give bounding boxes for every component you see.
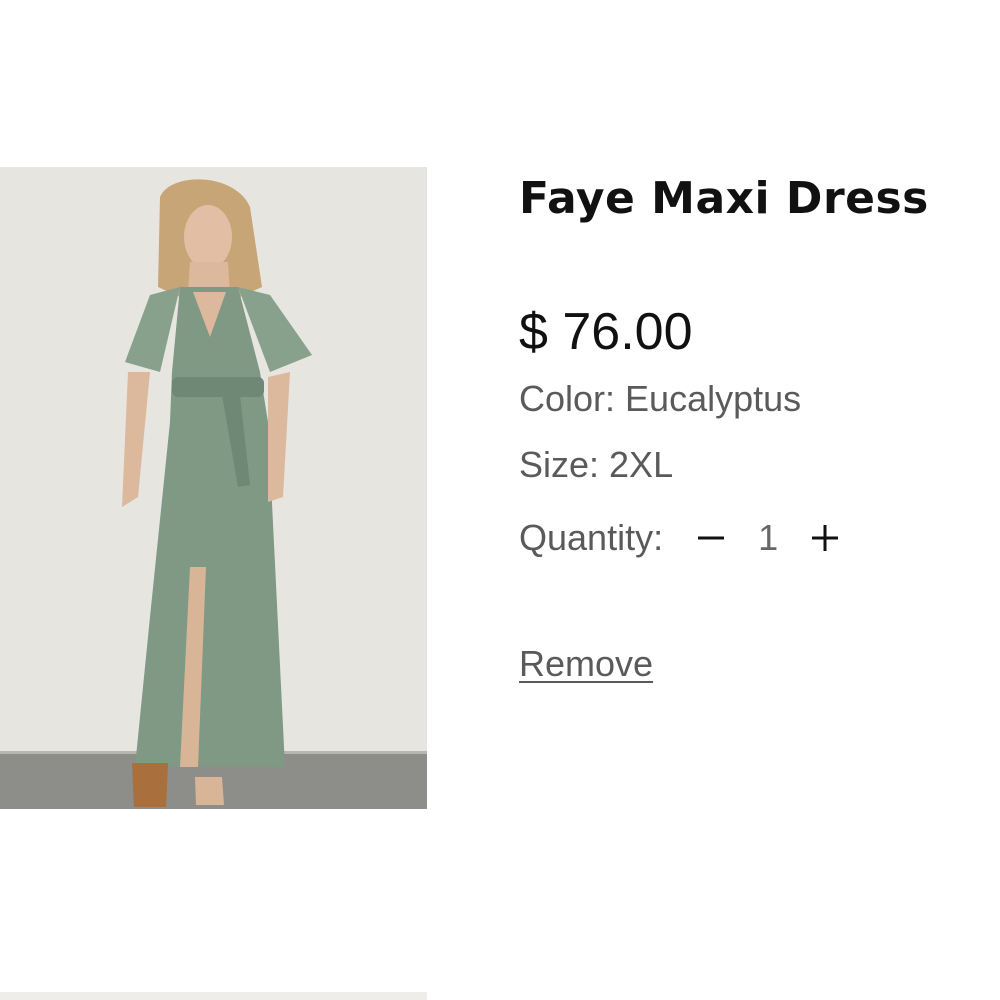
product-size: Size: 2XL [519, 444, 674, 485]
plus-icon [812, 525, 839, 551]
next-item-image-edge [0, 992, 427, 1000]
product-image[interactable] [0, 167, 427, 809]
increase-quantity-button[interactable] [805, 516, 845, 560]
quantity-value[interactable]: 1 [743, 517, 793, 559]
product-price: $ 76.00 [519, 303, 693, 361]
cart-item: Faye Maxi Dress $ 76.00 Color: Eucalyptu… [0, 0, 1000, 1000]
quantity-stepper: Quantity: 1 [519, 516, 845, 560]
quantity-label: Quantity: [519, 517, 664, 558]
minus-icon [698, 536, 725, 540]
product-color: Color: Eucalyptus [519, 378, 802, 419]
remove-link[interactable]: Remove [519, 643, 653, 685]
product-title[interactable]: Faye Maxi Dress [519, 173, 929, 224]
decrease-quantity-button[interactable] [691, 516, 731, 560]
